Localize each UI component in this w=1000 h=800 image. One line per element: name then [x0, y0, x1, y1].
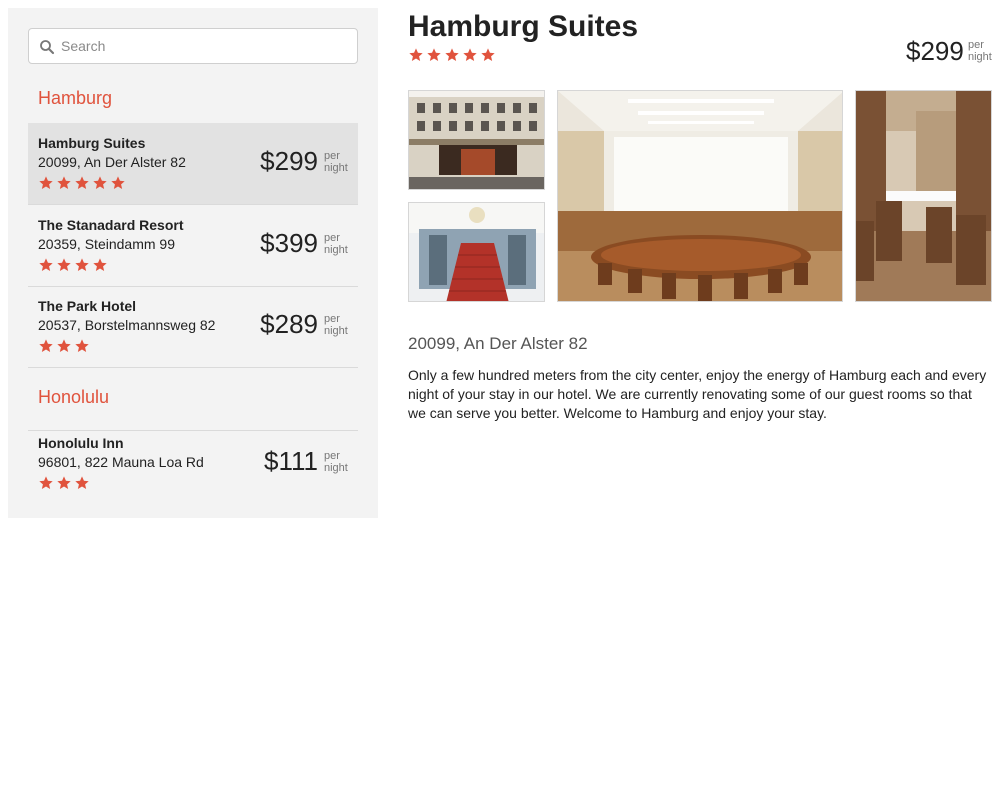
hotel-detail-price: $299	[906, 36, 964, 66]
hotel-sidebar: Hamburg Hamburg Suites 20099, An Der Als…	[8, 8, 378, 518]
hotel-address: 20099, An Der Alster 82	[38, 154, 186, 170]
hotel-detail-description: Only a few hundred meters from the city …	[408, 367, 987, 421]
star-icon	[92, 175, 110, 191]
star-icon	[408, 47, 426, 63]
price-unit-per: per	[324, 232, 340, 244]
star-icon	[38, 257, 56, 273]
hotel-rating	[38, 338, 92, 354]
hotel-name: Honolulu Inn	[38, 435, 124, 451]
hotel-detail-rating	[408, 47, 498, 63]
star-icon	[444, 47, 462, 63]
hotel-list-item[interactable]: Honolulu Inn 96801, 822 Mauna Loa Rd $11…	[28, 423, 358, 505]
star-icon	[56, 175, 74, 191]
star-icon	[480, 47, 498, 63]
hotel-name: The Stanadard Resort	[38, 217, 184, 233]
price-unit-night: night	[324, 244, 348, 256]
search-box[interactable]	[28, 28, 358, 64]
hotel-detail-title: Hamburg Suites	[408, 10, 639, 43]
price-unit: per night	[968, 39, 992, 63]
lobby-staircase-photo[interactable]	[408, 202, 545, 302]
hotel-address: 96801, 822 Mauna Loa Rd	[38, 454, 204, 470]
star-icon	[38, 475, 56, 491]
hotel-address: 20359, Steindamm 99	[38, 236, 175, 252]
star-icon	[56, 475, 74, 491]
price-unit-night: night	[324, 462, 348, 474]
hotel-rating	[38, 257, 110, 273]
star-icon	[74, 475, 92, 491]
price-unit-per: per	[324, 450, 340, 462]
star-icon	[462, 47, 480, 63]
hotel-price: $299	[260, 146, 318, 176]
hotel-list-item[interactable]: The Stanadard Resort 20359, Steindamm 99…	[28, 205, 358, 287]
price-unit-per: per	[968, 39, 984, 51]
hotel-list-item[interactable]: Hamburg Suites 20099, An Der Alster 82 $…	[28, 123, 358, 205]
hotel-list-item[interactable]: The Park Hotel 20537, Borstelmannsweg 82…	[28, 286, 358, 368]
hotel-rating	[38, 475, 92, 491]
price-unit: per night	[324, 150, 348, 174]
city-name: Hamburg	[38, 88, 113, 108]
star-icon	[38, 338, 56, 354]
price-unit: per night	[324, 232, 348, 256]
star-icon	[110, 175, 128, 191]
hotel-price: $289	[260, 309, 318, 339]
price-unit: per night	[324, 450, 348, 474]
search-icon	[40, 40, 55, 55]
price-unit-night: night	[324, 325, 348, 337]
star-icon	[38, 175, 56, 191]
hotel-address: 20537, Borstelmannsweg 82	[38, 317, 216, 333]
star-icon	[92, 257, 110, 273]
restaurant-photo[interactable]	[855, 90, 992, 302]
star-icon	[74, 338, 92, 354]
star-icon	[56, 338, 74, 354]
hotel-rating	[38, 175, 128, 191]
hotel-detail-address: 20099, An Der Alster 82	[408, 334, 588, 353]
hotel-facade-photo[interactable]	[408, 90, 545, 190]
hotel-name: Hamburg Suites	[38, 135, 146, 151]
hotel-price: $399	[260, 228, 318, 258]
price-unit-night: night	[324, 162, 348, 174]
price-unit-night: night	[968, 51, 992, 63]
star-icon	[74, 175, 92, 191]
hotel-name: The Park Hotel	[38, 298, 137, 314]
price-unit: per night	[324, 313, 348, 337]
price-unit-per: per	[324, 313, 340, 325]
star-icon	[74, 257, 92, 273]
price-unit-per: per	[324, 150, 340, 162]
star-icon	[426, 47, 444, 63]
conference-room-photo[interactable]	[557, 90, 843, 302]
city-name: Honolulu	[38, 387, 110, 407]
star-icon	[56, 257, 74, 273]
search-input[interactable]	[61, 36, 351, 56]
hotel-price: $111	[264, 446, 318, 476]
